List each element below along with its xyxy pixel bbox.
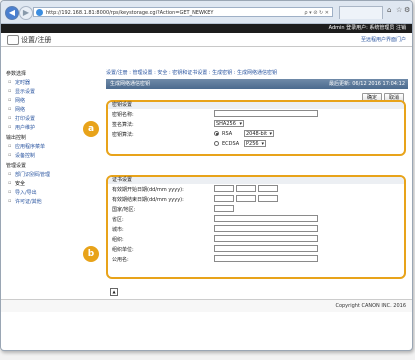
common-name-input[interactable] xyxy=(214,255,318,262)
page-header: 设置/注册 至远程用户界面门户 xyxy=(1,33,412,47)
rsa-label: RSA xyxy=(222,131,233,137)
ie-logo-icon xyxy=(36,9,43,16)
org-label: 组织: xyxy=(112,237,124,243)
key-settings-legend: 密钥设置 xyxy=(108,102,404,109)
forward-icon[interactable]: ▶ xyxy=(19,6,33,20)
end-date-year-input[interactable] xyxy=(258,195,278,202)
cert-settings-legend: 证书设置 xyxy=(108,177,404,184)
top-user-bar: Admin 登录用户: 系统管理员 注销 xyxy=(1,24,412,33)
browser-window: ◀ ▶ http://192.168.1.81:8000/rps/keystor… xyxy=(0,0,413,351)
callout-a: a xyxy=(83,121,99,137)
browser-chrome: ◀ ▶ http://192.168.1.81:8000/rps/keystor… xyxy=(1,1,412,24)
footer: Copyright CANON INC. 2016 xyxy=(1,299,412,312)
country-label: 国家/地区: xyxy=(112,207,136,213)
browser-tab[interactable] xyxy=(339,6,383,19)
copyright: Copyright CANON INC. 2016 xyxy=(335,303,406,309)
sidebar-section-title: 管理设置 xyxy=(6,163,27,169)
key-name-label: 密钥名称: xyxy=(112,112,134,118)
breadcrumb[interactable]: 设置/注册 : 管理设置 : 安全 : 密钥和证书设置 : 生成密钥 : 生成网… xyxy=(106,69,408,76)
sig-alg-label: 签名算法: xyxy=(112,122,134,128)
ecdsa-curve-select[interactable]: P256 xyxy=(244,140,266,147)
sidebar-item-security[interactable]: 安全 xyxy=(1,179,99,188)
page-title: 生成网络通信密钥 xyxy=(110,81,151,87)
country-input[interactable] xyxy=(214,205,234,212)
key-settings-panel: 密钥设置 密钥名称: 签名算法: SHA256 密钥算法: RSA 2048-b… xyxy=(106,100,406,156)
cert-row: 有效期结束日期(dd/mm yyyy): xyxy=(108,194,404,204)
ecdsa-label: ECDSA xyxy=(222,141,240,147)
cert-row: 省区: xyxy=(108,214,404,224)
rsa-radio[interactable] xyxy=(214,131,219,136)
url-text: http://192.168.1.81:8000/rps/keystorage.… xyxy=(46,10,214,16)
start-date-month-input[interactable] xyxy=(236,185,256,192)
sig-alg-row: 签名算法: SHA256 xyxy=(108,119,404,129)
back-to-top-icon[interactable]: ▲ xyxy=(110,288,118,296)
sidebar-item-display[interactable]: 显示设置 xyxy=(1,87,99,96)
city-input[interactable] xyxy=(214,225,318,232)
sidebar-item-network-2[interactable]: 网络 xyxy=(1,105,99,114)
portal-link[interactable]: 至远程用户界面门户 xyxy=(361,36,406,43)
star-icon[interactable]: ☆ xyxy=(396,6,402,14)
sidebar-item-dept-id[interactable]: 部门识别码管理 xyxy=(1,170,99,179)
address-bar[interactable]: http://192.168.1.81:8000/rps/keystorage.… xyxy=(33,7,333,17)
address-tools[interactable]: ρ ▾ ⊘ ↻ ✕ xyxy=(304,8,329,18)
sidebar-section-title: 参数选择 xyxy=(6,71,27,77)
callout-b: b xyxy=(83,246,99,262)
cert-row: 城市: xyxy=(108,224,404,234)
cert-settings-panel: 证书设置 有效期开始日期(dd/mm yyyy): 有效期结束日期(dd/mm … xyxy=(106,175,406,279)
last-updated: 最后更新: 06/12 2016 17:04:12 xyxy=(328,81,405,87)
start-date-label: 有效期开始日期(dd/mm yyyy): xyxy=(112,187,184,193)
key-name-input[interactable] xyxy=(214,110,318,117)
start-date-day-input[interactable] xyxy=(214,185,234,192)
home-icon[interactable]: ⌂ xyxy=(387,6,391,14)
sidebar-item-network[interactable]: 网络 xyxy=(1,96,99,105)
page-header-title: 设置/注册 xyxy=(21,36,52,44)
sidebar: 参数选择 定时器 显示设置 网络 网络 打印设置 用户维护 输出控制 应用程序菜… xyxy=(1,68,99,299)
rsa-bits-select[interactable]: 2048-bit xyxy=(244,130,274,137)
city-label: 城市: xyxy=(112,227,124,233)
end-date-day-input[interactable] xyxy=(214,195,234,202)
common-name-label: 公用名: xyxy=(112,257,129,263)
org-unit-input[interactable] xyxy=(214,245,318,252)
sidebar-item-app-menu[interactable]: 应用程序菜单 xyxy=(1,142,99,151)
key-name-row: 密钥名称: xyxy=(108,109,404,119)
settings-logo-icon xyxy=(7,35,19,45)
sig-alg-select[interactable]: SHA256 xyxy=(214,120,244,127)
cert-row: 组织: xyxy=(108,234,404,244)
state-input[interactable] xyxy=(214,215,318,222)
gear-icon[interactable]: ⚙ xyxy=(404,6,410,14)
sidebar-item-import-export[interactable]: 导入/导出 xyxy=(1,188,99,197)
ecdsa-radio[interactable] xyxy=(214,141,219,146)
sidebar-item-timer[interactable]: 定时器 xyxy=(1,78,99,87)
org-input[interactable] xyxy=(214,235,318,242)
org-unit-label: 组织单位: xyxy=(112,247,134,253)
ecdsa-row: ECDSA P256 xyxy=(108,139,404,149)
page-title-bar: 生成网络通信密钥 最后更新: 06/12 2016 17:04:12 xyxy=(106,79,408,89)
state-label: 省区: xyxy=(112,217,124,223)
start-date-year-input[interactable] xyxy=(258,185,278,192)
end-date-label: 有效期结束日期(dd/mm yyyy): xyxy=(112,197,184,203)
cert-row: 有效期开始日期(dd/mm yyyy): xyxy=(108,184,404,194)
sidebar-item-print[interactable]: 打印设置 xyxy=(1,114,99,123)
end-date-month-input[interactable] xyxy=(236,195,256,202)
back-icon[interactable]: ◀ xyxy=(5,6,19,20)
cert-row: 公用名: xyxy=(108,254,404,264)
cert-row: 国家/地区: xyxy=(108,204,404,214)
sidebar-item-device-control[interactable]: 设备控制 xyxy=(1,151,99,160)
sidebar-item-license[interactable]: 许可证/其他 xyxy=(1,197,99,206)
rsa-row: 密钥算法: RSA 2048-bit xyxy=(108,129,404,139)
cert-row: 组织单位: xyxy=(108,244,404,254)
key-alg-label: 密钥算法: xyxy=(112,132,134,138)
